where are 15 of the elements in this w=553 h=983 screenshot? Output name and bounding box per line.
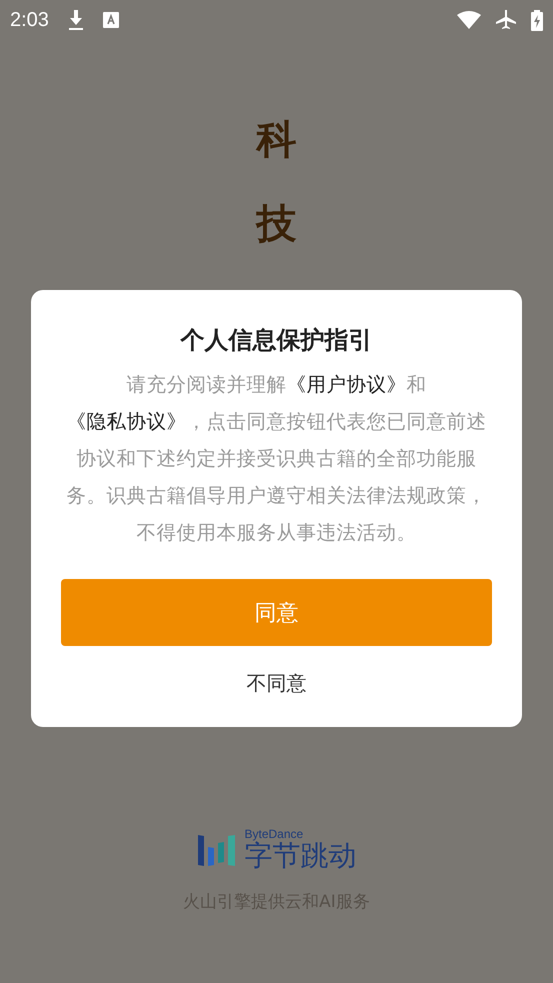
- status-time: 2:03: [10, 8, 49, 32]
- airplane-icon: [495, 9, 517, 31]
- brand-name-text: 字节跳动: [244, 841, 356, 872]
- agreement-link[interactable]: 《隐私协议》: [66, 410, 186, 433]
- wifi-icon: [457, 11, 481, 29]
- bars-logo-icon: [196, 833, 236, 867]
- dialog-title: 个人信息保护指引: [180, 325, 372, 356]
- font-icon: [102, 12, 119, 28]
- dialog-body-text: 请充分阅读并理解《用户协议》和 《隐私协议》，点击同意按钮代表您已同意前述协议和下述约定并接受识典古籍的全部功能服务。识典古籍倡导用户遵守相关法律法规政策，不得使用本服务从事违法活动。: [66, 372, 488, 546]
- disagree-button[interactable]: 不同意: [238, 666, 314, 701]
- battery-charging-icon: [531, 10, 543, 30]
- brand-latin-text: ByteDance: [244, 828, 304, 842]
- download-icon: [66, 9, 85, 31]
- agreement-link[interactable]: 《用户协议》: [286, 373, 406, 396]
- vertical-title: 科技: [256, 115, 296, 249]
